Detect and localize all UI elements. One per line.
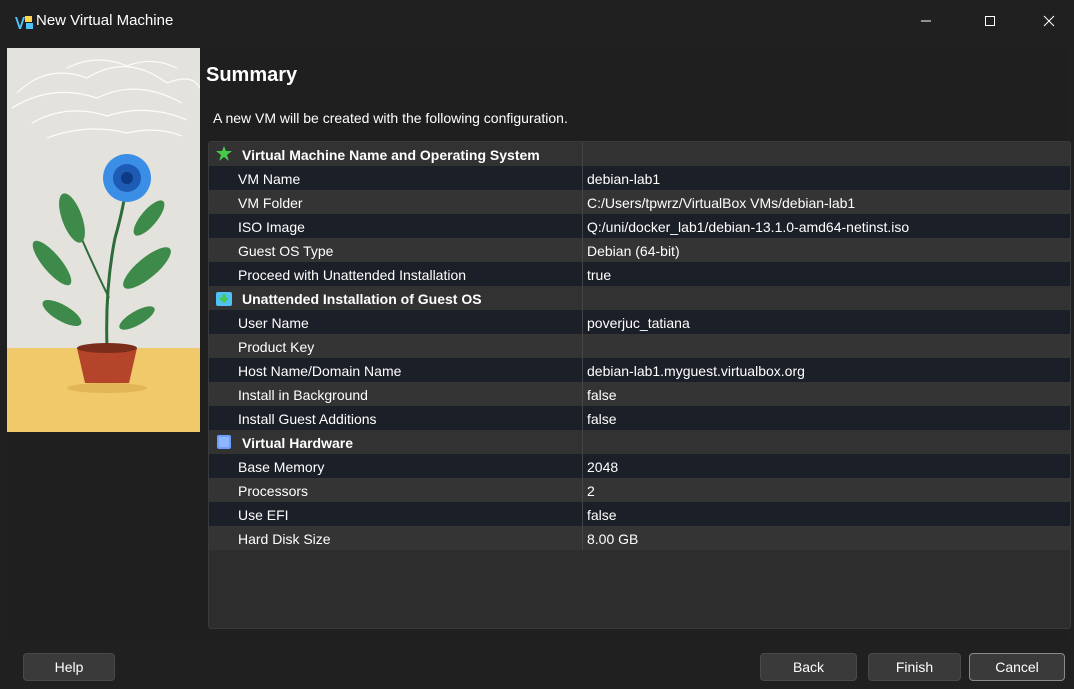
back-button[interactable]: Back xyxy=(760,653,857,681)
minimize-button[interactable] xyxy=(903,0,949,42)
hardware-chip-icon xyxy=(217,435,231,449)
row-label: User Name xyxy=(238,315,309,331)
row-value: poverjuc_tatiana xyxy=(587,315,690,331)
minimize-icon xyxy=(921,20,931,22)
row-value: false xyxy=(587,507,617,523)
title-bar: New Virtual Machine xyxy=(0,0,1074,42)
table-row[interactable]: Use EFI false xyxy=(209,502,1070,526)
column-divider xyxy=(582,214,583,238)
table-row[interactable]: Guest OS Type Debian (64-bit) xyxy=(209,238,1070,262)
column-divider xyxy=(582,430,583,454)
install-package-icon xyxy=(216,292,232,306)
row-value: 2048 xyxy=(587,459,619,475)
row-label: ISO Image xyxy=(238,219,305,235)
row-label: Use EFI xyxy=(238,507,289,523)
row-label: Guest OS Type xyxy=(238,243,334,259)
table-row[interactable]: Host Name/Domain Name debian-lab1.mygues… xyxy=(209,358,1070,382)
finish-button[interactable]: Finish xyxy=(868,653,961,681)
row-value: debian-lab1.myguest.virtualbox.org xyxy=(587,363,805,379)
table-row[interactable]: Hard Disk Size 8.00 GB xyxy=(209,526,1070,550)
row-label: Hard Disk Size xyxy=(238,531,331,547)
table-row[interactable]: Install Guest Additions false xyxy=(209,406,1070,430)
column-divider xyxy=(582,478,583,502)
row-value: Debian (64-bit) xyxy=(587,243,680,259)
table-row[interactable]: Install in Background false xyxy=(209,382,1070,406)
column-divider xyxy=(582,166,583,190)
flower-pot-illustration xyxy=(7,48,200,432)
page-description: A new VM will be created with the follow… xyxy=(213,110,568,126)
table-row[interactable]: User Name poverjuc_tatiana xyxy=(209,310,1070,334)
table-row[interactable]: Proceed with Unattended Installation tru… xyxy=(209,262,1070,286)
column-divider xyxy=(582,238,583,262)
column-divider xyxy=(582,358,583,382)
row-label: Product Key xyxy=(238,339,315,355)
window-title: New Virtual Machine xyxy=(36,12,174,29)
section-virtual-hardware[interactable]: Virtual Hardware xyxy=(209,430,1070,454)
virtualbox-icon xyxy=(15,16,33,29)
table-row[interactable]: ISO Image Q:/uni/docker_lab1/debian-13.1… xyxy=(209,214,1070,238)
cancel-button[interactable]: Cancel xyxy=(969,653,1065,681)
column-divider xyxy=(582,502,583,526)
maximize-button[interactable] xyxy=(967,0,1013,42)
column-divider xyxy=(582,190,583,214)
column-divider xyxy=(582,334,583,358)
row-value: true xyxy=(587,267,612,283)
row-label: Install in Background xyxy=(238,387,368,403)
column-divider xyxy=(582,454,583,478)
row-label: Install Guest Additions xyxy=(238,411,377,427)
row-value: false xyxy=(587,411,617,427)
row-label: VM Folder xyxy=(238,195,303,211)
table-row[interactable]: Product Key xyxy=(209,334,1070,358)
column-divider xyxy=(582,262,583,286)
column-divider xyxy=(582,382,583,406)
row-label: Proceed with Unattended Installation xyxy=(238,267,467,283)
table-row[interactable]: VM Name debian-lab1 xyxy=(209,166,1070,190)
star-icon xyxy=(216,146,232,161)
column-divider xyxy=(582,310,583,334)
row-value: 8.00 GB xyxy=(587,531,639,547)
row-value: 2 xyxy=(587,483,595,499)
table-row[interactable]: Base Memory 2048 xyxy=(209,454,1070,478)
row-label: Host Name/Domain Name xyxy=(238,363,402,379)
help-button[interactable]: Help xyxy=(23,653,115,681)
table-row[interactable]: Processors 2 xyxy=(209,478,1070,502)
table-row[interactable]: VM Folder C:/Users/tpwrz/VirtualBox VMs/… xyxy=(209,190,1070,214)
column-divider xyxy=(582,142,583,166)
column-divider xyxy=(582,526,583,550)
section-unattended-install[interactable]: Unattended Installation of Guest OS xyxy=(209,286,1070,310)
row-value: Q:/uni/docker_lab1/debian-13.1.0-amd64-n… xyxy=(587,219,910,235)
close-button[interactable] xyxy=(1026,0,1072,42)
section-title: Virtual Machine Name and Operating Syste… xyxy=(242,147,540,163)
column-divider xyxy=(582,406,583,430)
row-value: C:/Users/tpwrz/VirtualBox VMs/debian-lab… xyxy=(587,195,856,211)
row-label: VM Name xyxy=(238,171,301,187)
row-value: debian-lab1 xyxy=(587,171,661,187)
page-title: Summary xyxy=(206,64,298,86)
section-title: Virtual Hardware xyxy=(242,435,354,451)
maximize-icon xyxy=(985,16,995,26)
summary-tree[interactable]: Virtual Machine Name and Operating Syste… xyxy=(208,141,1071,629)
close-icon xyxy=(1043,15,1055,27)
column-divider xyxy=(582,286,583,310)
row-label: Processors xyxy=(238,483,309,499)
row-label: Base Memory xyxy=(238,459,325,475)
section-title: Unattended Installation of Guest OS xyxy=(242,291,482,307)
section-vm-name-os[interactable]: Virtual Machine Name and Operating Syste… xyxy=(209,142,1070,166)
row-value: false xyxy=(587,387,617,403)
